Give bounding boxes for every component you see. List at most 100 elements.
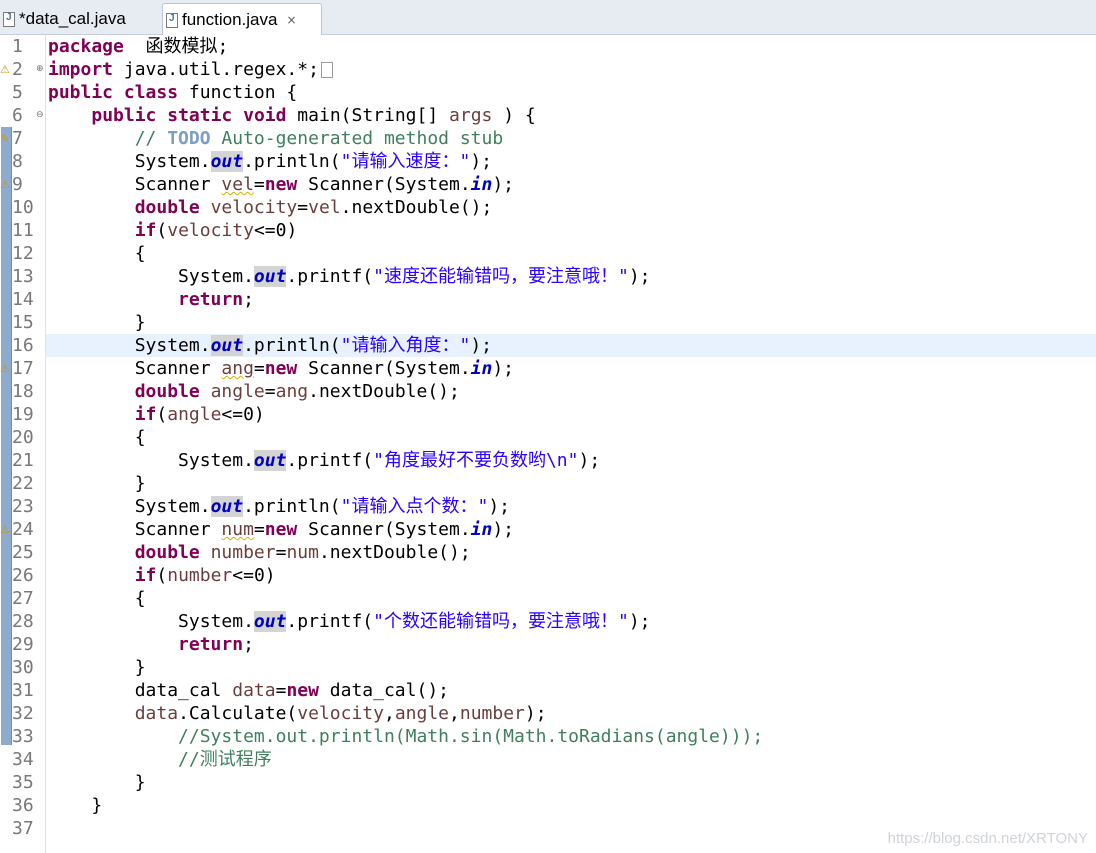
code-token: out xyxy=(253,611,287,632)
code-token: .println( xyxy=(243,496,341,517)
fold-collapse-icon[interactable]: ⊖ xyxy=(36,111,45,120)
code-line[interactable]: 33 //System.out.println(Math.sin(Math.to… xyxy=(0,725,1096,748)
code-token: ( xyxy=(156,220,168,241)
code-token: num xyxy=(286,542,319,563)
tab-function[interactable]: function.java × xyxy=(162,3,322,36)
code-token: angle xyxy=(394,703,450,724)
code-token: //System.out.println(Math.sin(Math.toRad… xyxy=(178,726,764,747)
tab-data-cal[interactable]: *data_cal.java xyxy=(0,3,158,35)
code-text: Scanner vel=new Scanner(System.in); xyxy=(48,173,514,196)
line-number: 30 xyxy=(12,657,34,678)
code-token: in xyxy=(470,519,493,540)
code-token: ang xyxy=(221,358,254,379)
code-line[interactable]: 20 { xyxy=(0,426,1096,449)
code-line[interactable]: 34 //测试程序 xyxy=(0,748,1096,771)
code-line[interactable]: 19 if(angle<=0) xyxy=(0,403,1096,426)
code-line[interactable]: 22 } xyxy=(0,472,1096,495)
code-line[interactable]: 24 Scanner num=new Scanner(System.in); xyxy=(0,518,1096,541)
line-number: 9 xyxy=(12,174,23,195)
code-line[interactable]: 18 double angle=ang.nextDouble(); xyxy=(0,380,1096,403)
code-line[interactable]: 5 public class function { xyxy=(0,81,1096,104)
code-token: in xyxy=(470,358,493,379)
code-token: ( xyxy=(156,404,168,425)
code-line[interactable]: 26 if(number<=0) xyxy=(0,564,1096,587)
warning-lightbulb-icon[interactable]: ⚠ xyxy=(0,63,13,77)
code-line[interactable]: 9 Scanner vel=new Scanner(System.in); xyxy=(0,173,1096,196)
code-line[interactable]: 13 System.out.printf("速度还能输错吗，要注意哦！"); xyxy=(0,265,1096,288)
line-number: 29 xyxy=(12,634,34,655)
code-token: { xyxy=(48,243,146,264)
code-token: = xyxy=(264,381,276,402)
code-line[interactable]: 6 ⊖ public static void main(String[] args… xyxy=(0,104,1096,127)
code-line[interactable]: 25 double number=num.nextDouble(); xyxy=(0,541,1096,564)
code-token: return xyxy=(178,634,244,655)
code-text: System.out.printf("个数还能输错吗，要注意哦！"); xyxy=(48,610,651,633)
task-icon[interactable]: ✎ xyxy=(0,132,13,146)
code-text: System.out.println("请输入速度："); xyxy=(48,150,492,173)
code-line[interactable]: 27 { xyxy=(0,587,1096,610)
code-line[interactable]: 2 ⊕ import java.util.regex.*; xyxy=(0,58,1096,81)
code-text: // TODO Auto-generated method stub xyxy=(48,127,503,150)
warning-lightbulb-icon[interactable]: ⚠ xyxy=(0,523,13,537)
close-icon[interactable]: × xyxy=(286,13,296,27)
code-token: 函数模拟; xyxy=(123,36,229,57)
code-line[interactable]: 7 // TODO Auto-generated method stub xyxy=(0,127,1096,150)
code-token: System. xyxy=(48,335,211,356)
code-token: = xyxy=(297,197,309,218)
code-text: } xyxy=(48,794,102,817)
code-line[interactable]: 16 System.out.println("请输入角度："); xyxy=(0,334,1096,357)
code-line[interactable]: 14 return; xyxy=(0,288,1096,311)
code-line[interactable]: 36 } xyxy=(0,794,1096,817)
code-line[interactable]: 29 return; xyxy=(0,633,1096,656)
code-token: ); xyxy=(470,335,493,356)
code-line[interactable]: 11 if(velocity<=0) xyxy=(0,219,1096,242)
code-line[interactable]: 21 System.out.printf("角度最好不要负数哟\n"); xyxy=(0,449,1096,472)
warning-lightbulb-icon[interactable]: ⚠ xyxy=(0,178,13,192)
code-line[interactable]: 12 { xyxy=(0,242,1096,265)
line-number: 15 xyxy=(12,312,34,333)
code-line[interactable]: 8 System.out.println("请输入速度："); xyxy=(0,150,1096,173)
java-file-icon xyxy=(166,12,178,28)
code-token: System. xyxy=(48,151,211,172)
code-line[interactable]: 32 data.Calculate(velocity,angle,number)… xyxy=(0,702,1096,725)
code-token: vel xyxy=(308,197,341,218)
code-line[interactable]: 31 data_cal data=new data_cal(); xyxy=(0,679,1096,702)
code-token: "请输入点个数：" xyxy=(340,496,489,517)
collapsed-region-icon[interactable] xyxy=(320,62,333,78)
code-token: .Calculate( xyxy=(178,703,298,724)
code-token: public xyxy=(91,105,157,126)
code-token: if xyxy=(134,404,157,425)
code-token: } xyxy=(48,312,146,333)
warning-lightbulb-icon[interactable]: ⚠ xyxy=(0,362,13,376)
code-line[interactable]: 23 System.out.println("请输入点个数："); xyxy=(0,495,1096,518)
code-line[interactable]: 30 } xyxy=(0,656,1096,679)
code-line[interactable]: 1 package 函数模拟; xyxy=(0,35,1096,58)
fold-expand-icon[interactable]: ⊕ xyxy=(36,65,45,74)
code-line[interactable]: 15 } xyxy=(0,311,1096,334)
code-token: System. xyxy=(48,450,254,471)
code-token: return xyxy=(178,289,244,310)
code-token: { xyxy=(48,427,146,448)
code-text: } xyxy=(48,311,146,334)
line-number: 14 xyxy=(12,289,34,310)
code-editor[interactable]: 1 package 函数模拟; 2 ⊕ import java.util.regex.*… xyxy=(0,35,1096,853)
code-token: <=0) xyxy=(253,220,298,241)
code-line[interactable]: 10 double velocity=vel.nextDouble(); xyxy=(0,196,1096,219)
code-line[interactable]: 28 System.out.printf("个数还能输错吗，要注意哦！"); xyxy=(0,610,1096,633)
code-text: System.out.printf("角度最好不要负数哟\n"); xyxy=(48,449,600,472)
code-token: data_cal(); xyxy=(318,680,449,701)
code-token: "速度还能输错吗，要注意哦！" xyxy=(373,266,629,287)
line-number: 1 xyxy=(12,36,23,57)
code-line[interactable]: 35 } xyxy=(0,771,1096,794)
code-token: Scanner(System. xyxy=(297,174,471,195)
code-line[interactable]: 17 Scanner ang=new Scanner(System.in); xyxy=(0,357,1096,380)
code-token: out xyxy=(210,151,244,172)
code-token: .nextDouble(); xyxy=(340,197,493,218)
